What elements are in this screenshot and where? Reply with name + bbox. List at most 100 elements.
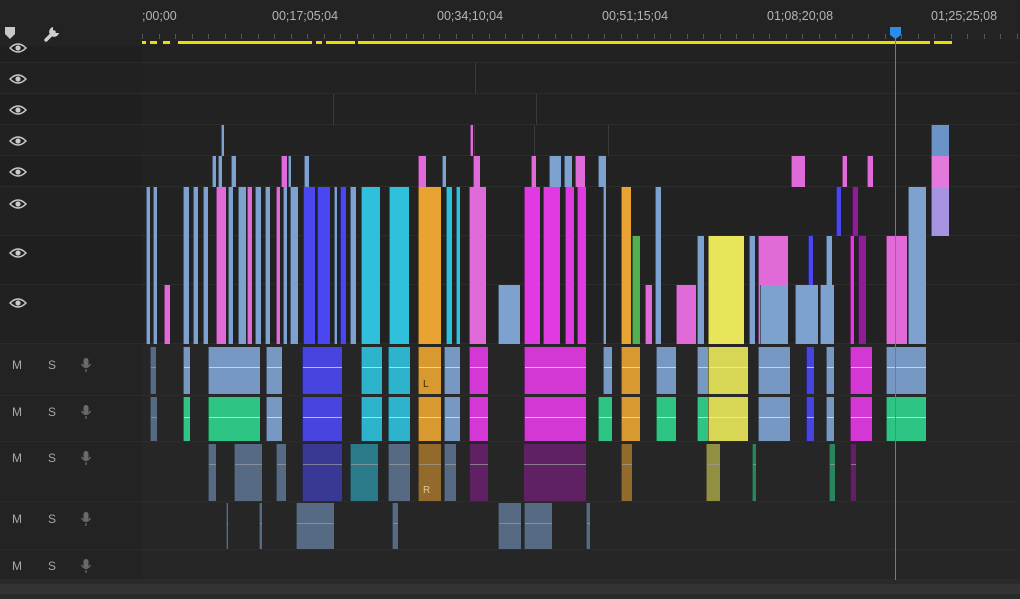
video-clip[interactable] (146, 187, 150, 344)
video-clip[interactable] (531, 156, 536, 187)
video-clip[interactable] (442, 156, 446, 187)
clip-sliver[interactable] (474, 63, 476, 94)
video-clip[interactable] (708, 236, 744, 344)
audio-clip[interactable] (183, 347, 190, 394)
horizontal-scrollbar[interactable] (0, 584, 1020, 594)
video-clip[interactable] (276, 187, 280, 344)
video-clip[interactable] (760, 285, 788, 344)
video-clip[interactable] (575, 156, 585, 187)
audio-clip[interactable] (388, 397, 410, 441)
video-clip[interactable] (577, 187, 586, 344)
video-track-lane[interactable] (142, 46, 1020, 63)
audio-clip[interactable] (524, 503, 552, 549)
video-clip[interactable] (304, 156, 309, 187)
playhead-line[interactable] (895, 32, 896, 580)
video-track-lane[interactable] (142, 125, 1020, 156)
video-clip[interactable] (334, 187, 337, 344)
video-clip[interactable] (603, 187, 606, 344)
audio-clip[interactable] (523, 444, 586, 501)
video-clip[interactable] (281, 156, 287, 187)
audio-clip[interactable] (469, 347, 488, 394)
solo-button[interactable]: S (48, 451, 56, 465)
video-clip[interactable] (795, 285, 818, 344)
eye-icon[interactable] (9, 135, 27, 147)
video-clip[interactable] (842, 156, 847, 187)
video-clip[interactable] (564, 156, 572, 187)
audio-clip[interactable] (444, 347, 460, 394)
audio-clip[interactable] (276, 444, 286, 501)
microphone-icon[interactable] (80, 357, 92, 373)
audio-clip[interactable] (603, 347, 612, 394)
video-clip[interactable] (655, 187, 661, 344)
microphone-icon[interactable] (80, 511, 92, 527)
audio-clip[interactable] (708, 347, 748, 394)
clip-sliver[interactable] (607, 125, 609, 156)
audio-clip[interactable] (208, 397, 260, 441)
video-clip[interactable] (238, 187, 246, 344)
eye-icon[interactable] (9, 198, 27, 210)
video-clip[interactable] (164, 285, 170, 344)
video-clip[interactable] (697, 236, 704, 344)
audio-clip[interactable] (826, 347, 834, 394)
video-clip[interactable] (446, 187, 452, 344)
audio-clip[interactable] (469, 444, 488, 501)
playhead-icon[interactable] (889, 26, 902, 40)
video-clip[interactable] (850, 236, 854, 344)
video-clip[interactable] (598, 156, 606, 187)
video-clip[interactable] (543, 187, 560, 344)
audio-clip[interactable] (697, 397, 708, 441)
audio-clip[interactable] (361, 347, 382, 394)
audio-clip[interactable] (150, 347, 156, 394)
video-clip[interactable] (212, 156, 216, 187)
audio-clip[interactable] (350, 444, 378, 501)
audio-clip[interactable] (444, 397, 460, 441)
video-clip[interactable] (621, 187, 631, 344)
video-clip[interactable] (858, 236, 866, 344)
video-clip[interactable] (473, 156, 480, 187)
audio-clip[interactable] (361, 397, 382, 441)
video-clip[interactable] (193, 187, 198, 344)
audio-clip[interactable] (850, 397, 872, 441)
audio-clip[interactable] (697, 347, 708, 394)
solo-button[interactable]: S (48, 512, 56, 526)
video-clip[interactable] (524, 187, 540, 344)
audio-clip[interactable] (302, 397, 342, 441)
video-clip[interactable] (247, 187, 252, 344)
video-clip[interactable] (867, 156, 873, 187)
audio-clip[interactable] (208, 444, 216, 501)
video-clip[interactable] (549, 156, 561, 187)
eye-icon[interactable] (9, 166, 27, 178)
video-clip[interactable] (340, 187, 346, 344)
audio-clip[interactable] (183, 397, 190, 441)
microphone-icon[interactable] (80, 404, 92, 420)
audio-clip[interactable] (621, 444, 632, 501)
video-clip[interactable] (183, 187, 189, 344)
video-clip[interactable] (791, 156, 805, 187)
video-clip[interactable] (288, 156, 291, 187)
video-clip[interactable] (565, 187, 574, 344)
audio-clip[interactable] (886, 397, 926, 441)
video-clip[interactable] (931, 156, 949, 187)
audio-clip[interactable] (234, 444, 262, 501)
audio-clip[interactable] (752, 444, 756, 501)
video-clip[interactable] (303, 187, 315, 344)
microphone-icon[interactable] (80, 558, 92, 574)
video-clip[interactable] (418, 187, 441, 344)
audio-clip[interactable] (621, 347, 640, 394)
solo-button[interactable]: S (48, 559, 56, 573)
video-clip[interactable] (852, 187, 858, 236)
audio-clip[interactable] (850, 347, 872, 394)
audio-clip[interactable] (826, 397, 834, 441)
audio-clip[interactable] (418, 397, 441, 441)
video-clip[interactable] (418, 156, 426, 187)
audio-clip[interactable] (708, 397, 748, 441)
audio-clip[interactable] (208, 347, 260, 394)
audio-clip[interactable] (706, 444, 720, 501)
video-clip[interactable] (389, 187, 409, 344)
eye-icon[interactable] (9, 297, 27, 309)
audio-clip[interactable] (392, 503, 398, 549)
video-clip[interactable] (153, 187, 157, 344)
eye-icon[interactable] (9, 247, 27, 259)
video-clip[interactable] (361, 187, 380, 344)
audio-clip[interactable] (758, 347, 790, 394)
